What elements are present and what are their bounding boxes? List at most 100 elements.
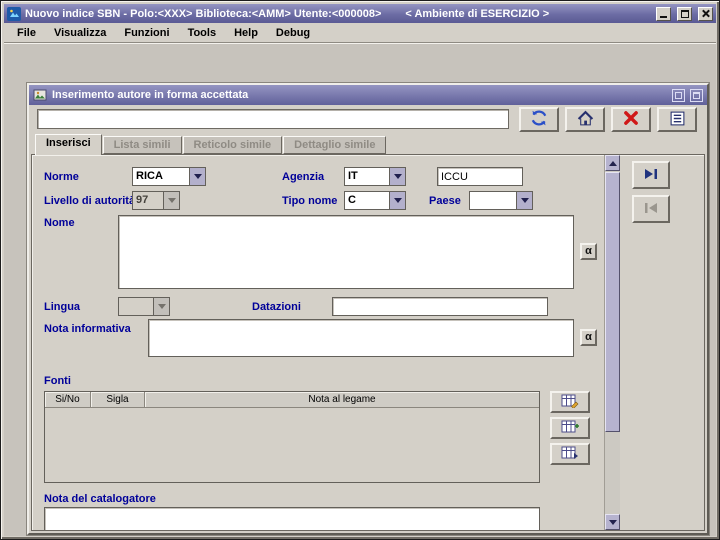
tab-dettaglio-simile[interactable]: Dettaglio simile <box>283 136 387 154</box>
list-button[interactable] <box>657 107 697 132</box>
edit-table-icon <box>561 394 579 411</box>
app-icon <box>7 6 21 21</box>
refresh-button[interactable] <box>519 107 559 132</box>
cancel-button[interactable] <box>611 107 651 132</box>
fonti-table: Si/No Sigla Nota al legame <box>44 391 540 483</box>
nota-catalogatore-field[interactable] <box>44 507 540 530</box>
fonti-table-body[interactable] <box>45 408 539 482</box>
agenzia-code-field[interactable] <box>437 167 523 186</box>
lingua-combobox[interactable] <box>118 297 170 316</box>
minimize-icon <box>660 16 667 18</box>
frame-maximize-button[interactable] <box>690 88 703 102</box>
chevron-down-icon[interactable] <box>389 192 405 209</box>
tab-inserisci[interactable]: Inserisci <box>35 134 102 155</box>
fonti-col-nota: Nota al legame <box>145 392 539 407</box>
author-form: Norme RICA Agenzia IT Livello di autorit… <box>32 155 604 530</box>
nome-label: Nome <box>44 217 75 229</box>
datazioni-field[interactable] <box>332 297 548 316</box>
tipo-nome-label: Tipo nome <box>282 195 338 207</box>
fonti-table-header: Si/No Sigla Nota al legame <box>45 392 539 408</box>
chevron-down-icon[interactable] <box>153 298 169 315</box>
tab-strip: Inserisci Lista simili Reticolo simile D… <box>31 134 705 155</box>
desktop-area: Inserimento autore in forma accettata In… <box>4 44 716 536</box>
chevron-down-icon[interactable] <box>389 168 405 185</box>
tab-content-panel: Norme RICA Agenzia IT Livello di autorit… <box>31 154 705 531</box>
menu-tools[interactable]: Tools <box>179 25 226 41</box>
scroll-down-button[interactable] <box>605 514 620 530</box>
window-titlebar: Nuovo indice SBN - Polo:<XXX> Biblioteca… <box>4 4 716 23</box>
frame-titlebar: Inserimento autore in forma accettata <box>29 85 707 105</box>
agenzia-combobox[interactable]: IT <box>344 167 406 186</box>
frame-restore-button[interactable] <box>672 88 685 102</box>
forward-button[interactable] <box>632 161 670 189</box>
livello-value: 97 <box>133 192 163 209</box>
lingua-value <box>119 298 153 315</box>
scrollbar-thumb[interactable] <box>605 172 620 432</box>
window-title: Nuovo indice SBN - Polo:<XXX> Biblioteca… <box>25 7 382 20</box>
livello-combobox[interactable]: 97 <box>132 191 180 210</box>
back-button[interactable] <box>632 195 670 223</box>
tipo-nome-combobox[interactable]: C <box>344 191 406 210</box>
menu-funzioni[interactable]: Funzioni <box>115 25 178 41</box>
paese-combobox[interactable] <box>469 191 533 210</box>
nota-informativa-label: Nota informativa <box>44 323 131 335</box>
frame-title: Inserimento autore in forma accettata <box>52 89 249 101</box>
vertical-scrollbar[interactable] <box>604 155 620 530</box>
menu-visualizza[interactable]: Visualizza <box>45 25 115 41</box>
link-table-icon <box>561 446 579 463</box>
norme-combobox[interactable]: RICA <box>132 167 206 186</box>
nota-catalogatore-label: Nota del catalogatore <box>44 493 156 505</box>
menu-help[interactable]: Help <box>225 25 267 41</box>
lingua-label: Lingua <box>44 301 81 313</box>
special-chars-button-nome[interactable]: α <box>580 243 597 260</box>
picture-icon <box>33 88 47 102</box>
forward-icon <box>642 167 660 184</box>
nome-textarea[interactable] <box>118 215 574 289</box>
fonti-link-button[interactable] <box>550 443 590 465</box>
list-icon <box>669 110 686 130</box>
query-input[interactable] <box>37 109 509 129</box>
maximize-icon <box>680 9 689 18</box>
agenzia-value: IT <box>348 170 358 182</box>
arrow-down-icon <box>608 519 617 525</box>
fonti-col-sigla: Sigla <box>91 392 145 407</box>
home-button[interactable] <box>565 107 605 132</box>
maximize-button[interactable] <box>677 6 692 21</box>
special-chars-button-nota[interactable]: α <box>580 329 597 346</box>
scroll-up-button[interactable] <box>605 155 620 171</box>
menubar: File Visualizza Funzioni Tools Help Debu… <box>4 23 716 43</box>
fonti-label: Fonti <box>44 375 71 387</box>
nota-informativa-textarea[interactable] <box>148 319 574 357</box>
frame-toolbar <box>29 105 707 134</box>
back-icon <box>642 201 660 218</box>
application-window: Nuovo indice SBN - Polo:<XXX> Biblioteca… <box>0 0 720 540</box>
menu-debug[interactable]: Debug <box>267 25 319 41</box>
home-icon <box>577 110 594 130</box>
minimize-button[interactable] <box>656 6 671 21</box>
paese-value <box>470 192 516 209</box>
agenzia-label: Agenzia <box>282 171 325 183</box>
chevron-down-icon[interactable] <box>189 168 205 185</box>
refresh-icon <box>530 109 548 130</box>
action-panel <box>620 155 704 530</box>
fonti-insert-button[interactable] <box>550 417 590 439</box>
fonti-edit-button[interactable] <box>550 391 590 413</box>
arrow-up-icon <box>608 160 617 166</box>
norme-label: Norme <box>44 171 79 183</box>
window-environment: < Ambiente di ESERCIZIO > <box>405 7 550 20</box>
close-button[interactable] <box>698 6 713 21</box>
tab-lista-simili[interactable]: Lista simili <box>102 136 182 154</box>
norme-value: RICA <box>136 170 163 182</box>
close-icon <box>701 9 710 18</box>
chevron-down-icon[interactable] <box>516 192 532 209</box>
chevron-down-icon[interactable] <box>163 192 179 209</box>
internal-frame: Inserimento autore in forma accettata In… <box>27 83 709 535</box>
paese-label: Paese <box>429 195 461 207</box>
fonti-col-sino: Si/No <box>45 392 91 407</box>
livello-label: Livello di autorità <box>44 195 136 207</box>
alpha-icon: α <box>585 331 592 343</box>
alpha-icon: α <box>585 245 592 257</box>
tab-reticolo-simile[interactable]: Reticolo simile <box>182 136 283 154</box>
cancel-icon <box>623 110 639 129</box>
menu-file[interactable]: File <box>8 25 45 41</box>
